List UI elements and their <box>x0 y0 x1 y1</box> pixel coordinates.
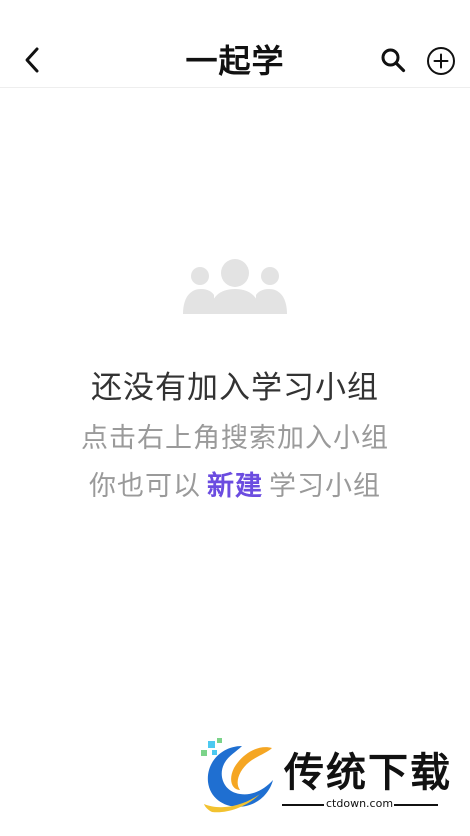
watermark-brand: 传统下载 <box>284 750 452 796</box>
watermark: 传统下载 ctdown.com <box>198 738 450 816</box>
group-people-icon <box>180 256 290 318</box>
create-suffix-text: 学习小组 <box>269 471 381 502</box>
empty-state-title: 还没有加入学习小组 <box>91 370 379 406</box>
watermark-divider-left <box>282 804 324 806</box>
add-group-button[interactable] <box>422 42 460 80</box>
header-bar: 一起学 <box>0 0 470 88</box>
watermark-logo-icon <box>201 738 273 813</box>
search-button[interactable] <box>376 42 410 78</box>
create-group-line: 你也可以 新建 学习小组 <box>0 464 470 503</box>
search-icon <box>381 48 406 73</box>
create-group-link[interactable]: 新建 <box>207 471 263 502</box>
create-prefix-text: 你也可以 <box>89 471 201 502</box>
watermark-url: ctdown.com <box>326 797 394 810</box>
plus-circle-icon <box>427 47 455 75</box>
empty-state-hint: 点击右上角搜索加入小组 <box>81 423 389 454</box>
watermark-divider-right <box>394 804 438 806</box>
